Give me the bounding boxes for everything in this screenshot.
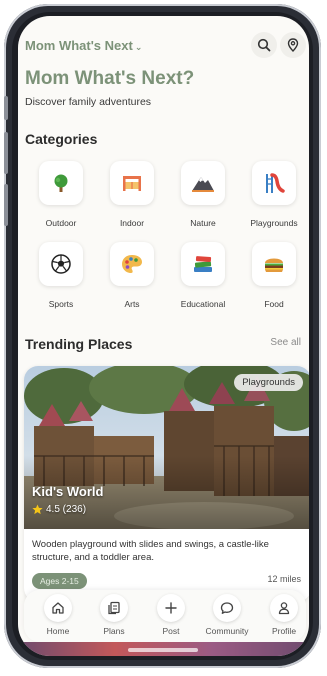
category-tile (181, 242, 225, 286)
indoor-play-icon (123, 176, 141, 191)
place-description: Wooden playground with slides and swings… (32, 539, 269, 563)
trending-title: Trending Places (25, 336, 133, 352)
nav-profile[interactable]: Profile (256, 594, 309, 640)
app-screen: Mom What's Next ⌄ Mom What's Next? Discov… (18, 16, 309, 656)
nav-label: Profile (271, 626, 297, 636)
category-tag: Playgrounds (234, 374, 303, 391)
location-button[interactable] (280, 32, 306, 58)
mute-switch (4, 96, 8, 120)
soccer-ball-icon (51, 254, 71, 274)
category-indoor[interactable]: Indoor (97, 161, 167, 237)
palette-icon (122, 255, 142, 273)
nav-icon-circle (213, 594, 241, 622)
map-pin-icon (287, 38, 299, 52)
nav-icon-circle (100, 594, 128, 622)
category-label: Playgrounds (250, 218, 298, 228)
category-tile (252, 161, 296, 205)
chat-bubble-icon (220, 602, 234, 614)
star-icon (32, 504, 43, 515)
categories-title: Categories (25, 131, 98, 147)
plus-icon (165, 602, 177, 614)
nav-icon-circle (44, 594, 72, 622)
category-educational[interactable]: Educational (168, 242, 238, 318)
age-badge: Ages 2-15 (32, 573, 87, 589)
category-tile (39, 161, 83, 205)
chevron-down-icon: ⌄ (134, 42, 143, 52)
app-switcher[interactable]: Mom What's Next ⌄ (25, 38, 142, 53)
nav-icon-circle (157, 594, 185, 622)
nav-plans[interactable]: Plans (86, 594, 142, 640)
volume-up-button (4, 132, 8, 174)
category-label: Sports (48, 299, 74, 309)
category-label: Educational (180, 299, 226, 309)
nav-icon-circle (270, 594, 298, 622)
volume-down-button (4, 184, 8, 226)
category-tile (252, 242, 296, 286)
rating-text: 4.5 (236) (46, 504, 87, 515)
slide-icon (266, 173, 285, 193)
page-title: Mom What's Next? (25, 68, 195, 89)
category-label: Arts (124, 299, 140, 309)
mountain-icon (192, 177, 214, 192)
bottom-nav: Home Plans Post Community Profile (24, 590, 306, 642)
search-icon (257, 38, 271, 52)
burger-icon (265, 258, 283, 272)
nav-post[interactable]: Post (143, 594, 199, 640)
plans-icon (108, 601, 120, 615)
category-food[interactable]: Food (239, 242, 309, 318)
category-nature[interactable]: Nature (168, 161, 238, 237)
category-tile (39, 242, 83, 286)
search-button[interactable] (251, 32, 277, 58)
nav-home[interactable]: Home (30, 594, 86, 640)
home-icon (52, 602, 64, 614)
app-name: Mom What's Next (25, 38, 133, 53)
category-label: Indoor (119, 218, 145, 228)
page-subtitle: Discover family adventures (25, 96, 152, 108)
category-arts[interactable]: Arts (97, 242, 167, 318)
place-card[interactable]: Playgrounds Kid's World 4.5 (236) Wooden… (24, 366, 309, 602)
category-label: Food (264, 299, 284, 309)
category-label: Nature (190, 218, 216, 228)
category-label: Outdoor (45, 218, 77, 228)
books-icon (194, 256, 212, 272)
person-icon (278, 602, 290, 615)
see-all-link[interactable]: See all (270, 337, 301, 348)
category-tile (110, 242, 154, 286)
tree-icon (54, 174, 68, 192)
category-outdoor[interactable]: Outdoor (26, 161, 96, 237)
category-playgrounds[interactable]: Playgrounds (239, 161, 309, 237)
category-tile (110, 161, 154, 205)
distance-label: 12 miles (267, 574, 301, 584)
place-name: Kid's World (32, 484, 104, 499)
home-indicator (128, 648, 198, 652)
top-bar: Mom What's Next ⌄ (18, 30, 309, 62)
category-tile (181, 161, 225, 205)
place-rating: 4.5 (236) (32, 504, 86, 515)
category-sports[interactable]: Sports (26, 242, 96, 318)
nav-community[interactable]: Community (199, 594, 255, 640)
